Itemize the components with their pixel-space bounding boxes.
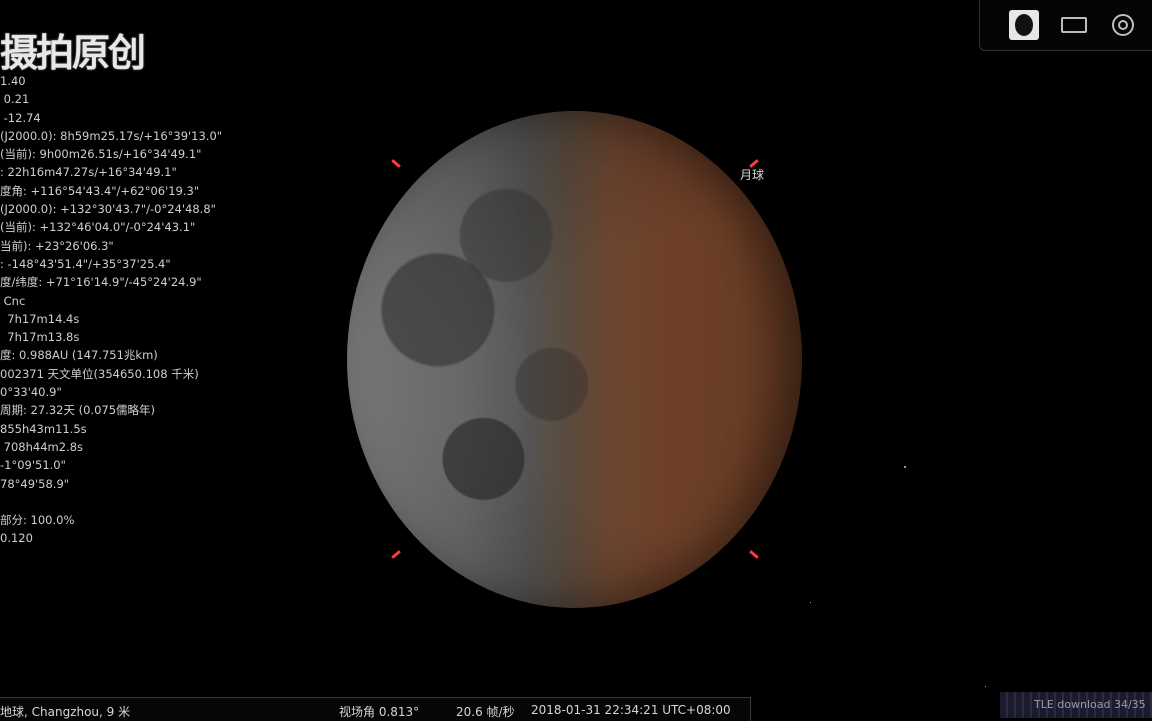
info-line: : -148°43'51.4"/+35°37'25.4" [0,256,171,271]
info-line: Cnc [0,293,26,308]
info-line: 当前): +23°26'06.3" [0,238,114,253]
info-line: (当前): 9h00m26.51s/+16°34'49.1" [0,147,202,162]
info-line: (J2000.0): 8h59m25.17s/+16°39'13.0" [0,128,223,143]
status-bar: 地球, Changzhou, 9 米 视场角 0.813° 20.6 帧/秒 2… [0,697,751,721]
info-line: 1.40 [0,74,26,88]
datetime-readout[interactable]: 2018-01-31 22:34:21 UTC+08:00 [531,703,731,717]
rectangle-icon [1061,17,1087,33]
info-line: 708h44m2.8s [0,439,84,454]
fov-readout: 视场角 0.813° [339,705,420,719]
star [810,602,811,603]
info-line: 度: 0.988AU (147.751兆km) [0,348,158,363]
info-line: 7h17m13.8s [0,330,80,345]
info-line: 部分: 100.0% [0,513,75,528]
info-line: : 22h16m47.27s/+16°34'49.1" [0,165,177,180]
star [904,466,906,468]
info-line: -1°09'51.0" [0,458,66,473]
info-line: 855h43m11.5s [0,421,87,436]
fps-readout: 20.6 帧/秒 [456,705,515,719]
moon-view-button[interactable] [1008,10,1040,40]
tle-download-label: TLE download 34/35 [1034,698,1146,711]
info-line: 002371 天文单位(354650.108 千米) [0,366,199,381]
object-info-panel: 1.40 0.21 -12.74 (J2000.0): 8h59m25.17s/+… [0,72,222,548]
info-line: 78°49'58.9" [0,476,70,491]
moon-view-icon [1009,10,1039,40]
info-line: -12.74 [0,110,41,125]
star [985,686,986,687]
earth-shadow [347,111,802,608]
object-name-label: 月球 [740,168,765,182]
target-button[interactable] [1107,10,1139,40]
info-line: 0.21 [0,92,30,107]
info-line: 7h17m14.4s [0,311,80,326]
info-line [0,493,222,511]
watermark-logo: 摄拍原创 [0,31,146,75]
info-line: 周期: 27.32天 (0.075儒略年) [0,403,156,418]
view-toolbar [979,0,1152,51]
rectangle-view-button[interactable] [1058,10,1090,40]
target-icon [1112,14,1134,36]
tle-download-progress: TLE download 34/35 [1000,692,1152,718]
moon-disk[interactable] [347,111,802,608]
info-line: 0.120 [0,531,33,546]
info-line: (J2000.0): +132°30'43.7"/-0°24'48.8" [0,202,216,217]
location-readout[interactable]: 地球, Changzhou, 9 米 [0,703,130,720]
info-line: 0°33'40.9" [0,385,62,400]
info-line: 度角: +116°54'43.4"/+62°06'19.3" [0,183,200,198]
info-line: (当前): +132°46'04.0"/-0°24'43.1" [0,220,196,235]
info-line: 度/纬度: +71°16'14.9"/-45°24'24.9" [0,275,202,290]
